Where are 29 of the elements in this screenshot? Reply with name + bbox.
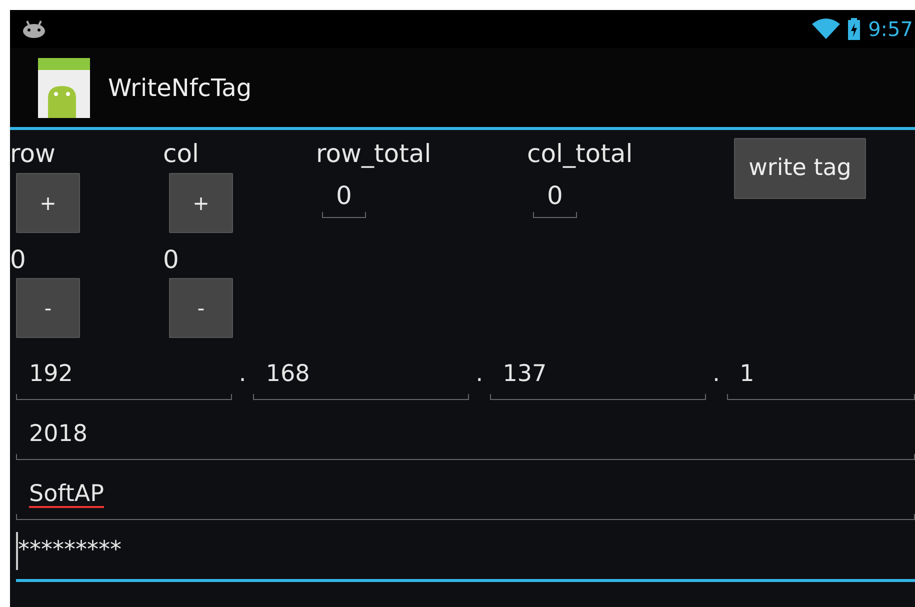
- text-field[interactable]: 2018: [16, 414, 915, 460]
- increment-button[interactable]: +: [169, 173, 233, 233]
- app-title: WriteNfcTag: [108, 72, 252, 104]
- battery-icon: [848, 18, 860, 40]
- decrement-button[interactable]: -: [169, 278, 233, 338]
- counter-value: 0: [10, 245, 27, 275]
- decrement-button[interactable]: -: [16, 278, 80, 338]
- write-tag-button[interactable]: write tag: [734, 138, 866, 199]
- ip-octet-field[interactable]: 137: [490, 354, 706, 400]
- robot-notification-icon: [22, 20, 46, 38]
- counter-label: row: [10, 139, 56, 168]
- ip-octet-field[interactable]: 168: [252, 354, 469, 400]
- counter-label: col: [163, 139, 199, 168]
- counter-value: 0: [163, 245, 180, 275]
- ip-octet-field[interactable]: 192: [16, 354, 232, 400]
- clock-time: 9:57: [868, 16, 914, 43]
- ip-octet-field[interactable]: 1: [726, 354, 915, 400]
- total-field[interactable]: 0: [533, 178, 577, 218]
- dot-separator: .: [712, 360, 721, 389]
- increment-button[interactable]: +: [16, 173, 80, 233]
- total-field[interactable]: 0: [322, 178, 366, 218]
- dot-separator: .: [238, 360, 248, 389]
- total-label: col_total: [527, 139, 633, 168]
- total-label: row_total: [316, 139, 432, 168]
- text-field[interactable]: *********: [16, 530, 915, 582]
- app-icon: [38, 58, 90, 118]
- dot-separator: .: [474, 360, 484, 389]
- text-field[interactable]: SoftAP: [16, 474, 915, 520]
- wifi-icon: [812, 18, 840, 40]
